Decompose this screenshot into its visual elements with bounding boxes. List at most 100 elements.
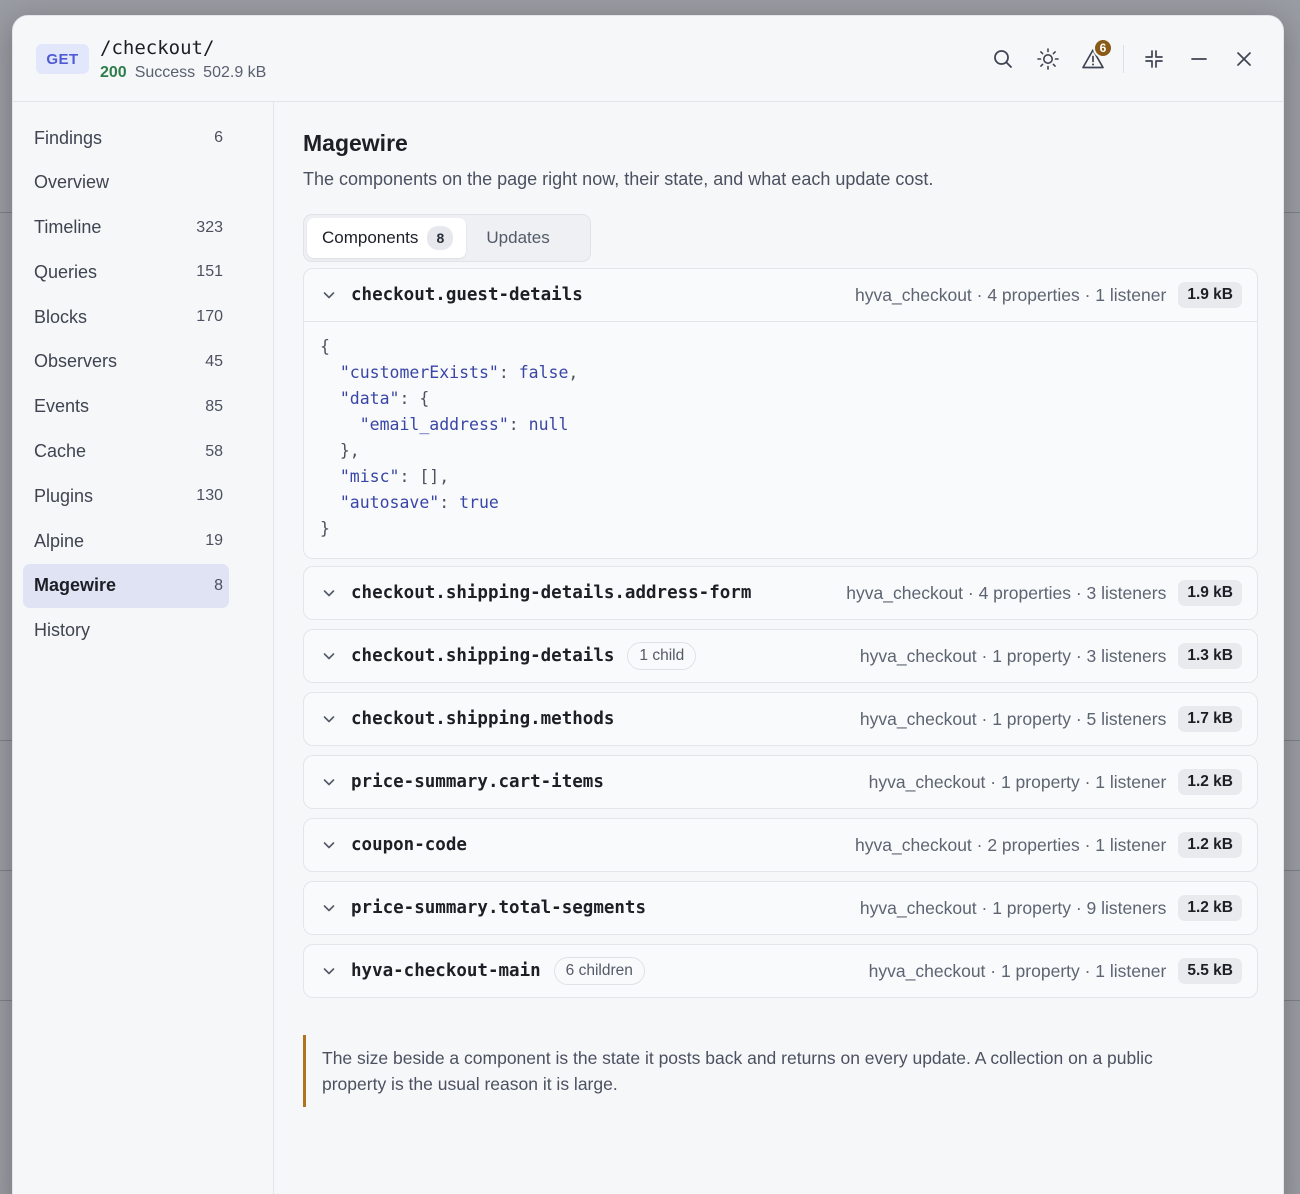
component-card: checkout.shipping-details.address-form hy… — [303, 566, 1258, 620]
warnings-button[interactable]: 6 — [1076, 38, 1113, 76]
children-badge: 1 child — [627, 642, 697, 670]
children-badge: 6 children — [553, 957, 645, 985]
sidebar-item-findings[interactable]: Findings 6 — [23, 116, 229, 160]
chevron-down-icon — [323, 842, 335, 849]
collapse-button[interactable] — [1137, 42, 1171, 76]
search-button[interactable] — [986, 42, 1020, 76]
sidebar-item-history[interactable]: History — [23, 609, 229, 653]
sidebar-item-alpine[interactable]: Alpine 19 — [23, 519, 229, 563]
sidebar-item-count: 8 — [214, 576, 223, 594]
close-icon — [1237, 52, 1251, 66]
json-token: [] — [419, 467, 440, 486]
json-token: { — [320, 337, 330, 356]
component-name: checkout.shipping-details — [351, 646, 615, 666]
component-toggle[interactable]: price-summary.cart-items hyva_checkout · … — [304, 756, 1257, 808]
component-card: price-summary.total-segments hyva_checkou… — [303, 881, 1258, 935]
sidebar-item-count: 151 — [196, 263, 223, 281]
sidebar-item-label: Queries — [34, 261, 98, 282]
sidebar-item-events[interactable]: Events 85 — [23, 385, 229, 429]
sidebar-item-magewire[interactable]: Magewire 8 — [23, 563, 229, 608]
chevron-down-icon — [323, 779, 335, 786]
minimize-button[interactable] — [1182, 42, 1216, 76]
sidebar: Findings 6 Overview Timeline 323 Queries 151 Bl… — [13, 102, 274, 1194]
tab-updates[interactable]: Updates — [470, 218, 564, 258]
response-size: 502.9 kB — [203, 64, 267, 81]
json-token: true — [459, 493, 499, 512]
component-size-badge: 1.3 kB — [1178, 643, 1242, 669]
request-path: /checkout/ — [100, 37, 215, 59]
component-card: price-summary.cart-items hyva_checkout · … — [303, 755, 1258, 809]
component-toggle[interactable]: checkout.shipping.methods hyva_checkout ·… — [304, 693, 1257, 745]
sidebar-item-label: Observers — [34, 351, 118, 372]
component-name: checkout.guest-details — [351, 285, 583, 305]
component-toggle[interactable]: checkout.shipping-details 1 child hyva_che… — [304, 630, 1257, 682]
sidebar-item-count: 85 — [205, 397, 223, 415]
page-title: Magewire — [303, 130, 408, 156]
tab-components[interactable]: Components 8 — [307, 218, 467, 258]
sidebar-item-blocks[interactable]: Blocks 170 — [23, 295, 229, 339]
sidebar-item-label: Blocks — [34, 306, 88, 327]
component-meta: hyva_checkout · 4 properties · 1 listene… — [855, 284, 1167, 305]
component-name: checkout.shipping.methods — [351, 709, 615, 729]
sidebar-item-count: 6 — [214, 129, 223, 146]
chevron-down-icon-wrap — [321, 648, 337, 664]
component-meta: hyva_checkout · 4 properties · 3 listene… — [846, 582, 1167, 603]
request-header: GET /checkout/ 200 Success 502.9 kB 6 — [13, 16, 1283, 102]
component-card: coupon-code hyva_checkout · 2 properties … — [303, 818, 1258, 872]
json-token: "customerExists" — [339, 363, 499, 382]
json-token: "email_address" — [359, 415, 509, 434]
component-card: checkout.shipping.methods hyva_checkout ·… — [303, 692, 1258, 746]
view-tabs: Components 8 Updates — [303, 214, 591, 262]
chevron-down-icon — [323, 716, 335, 723]
component-size-badge: 1.2 kB — [1178, 769, 1242, 795]
sidebar-item-queries[interactable]: Queries 151 — [23, 250, 229, 294]
sidebar-item-plugins[interactable]: Plugins 130 — [23, 474, 229, 518]
component-name: checkout.shipping-details.address-form — [351, 583, 752, 603]
profiler-panel: GET /checkout/ 200 Success 502.9 kB 6 Fi… — [12, 15, 1284, 1194]
close-button[interactable] — [1227, 42, 1261, 76]
sidebar-item-label: Plugins — [34, 485, 94, 506]
sidebar-item-timeline[interactable]: Timeline 323 — [23, 206, 229, 250]
component-card: checkout.guest-details hyva_checkout · 4 … — [303, 268, 1258, 559]
component-toggle[interactable]: price-summary.total-segments hyva_checkou… — [304, 882, 1257, 934]
chevron-down-icon — [323, 968, 335, 975]
page-subtitle: The components on the page right now, th… — [303, 169, 934, 189]
component-meta: hyva_checkout · 1 property · 3 listeners — [859, 645, 1167, 666]
chevron-down-icon-wrap — [321, 774, 337, 790]
component-toggle[interactable]: checkout.guest-details hyva_checkout · 4 … — [304, 269, 1257, 321]
sidebar-item-label: Timeline — [34, 217, 102, 238]
sidebar-item-label: Overview — [34, 172, 110, 193]
chevron-down-icon-wrap — [321, 711, 337, 727]
search-icon — [994, 50, 1012, 68]
theme-toggle-button[interactable] — [1031, 42, 1065, 76]
component-toggle[interactable]: hyva-checkout-main 6 children hyva_checkou… — [304, 945, 1257, 997]
json-token: "misc" — [339, 467, 400, 486]
sidebar-item-label: Cache — [34, 441, 87, 462]
json-token: }, — [339, 441, 360, 460]
sidebar-item-observers[interactable]: Observers 45 — [23, 340, 229, 384]
json-token: false — [518, 363, 569, 382]
chevron-down-icon — [323, 590, 335, 597]
component-size-badge: 1.9 kB — [1178, 580, 1242, 606]
json-token: null — [528, 415, 569, 434]
status-text: Success — [134, 64, 196, 81]
chevron-down-icon-wrap — [321, 837, 337, 853]
sidebar-item-label: Findings — [34, 127, 103, 148]
tab-components-count: 8 — [427, 226, 454, 250]
component-size-badge: 1.2 kB — [1178, 895, 1242, 921]
component-toggle[interactable]: checkout.shipping-details.address-form hy… — [304, 567, 1257, 619]
component-state-json: { "customerExists": false, "data": { "em… — [304, 321, 1257, 558]
component-size-badge: 1.7 kB — [1178, 706, 1242, 732]
request-status: 200 Success 502.9 kB — [100, 64, 266, 82]
component-meta: hyva_checkout · 1 property · 1 listener — [868, 960, 1167, 981]
component-name: price-summary.total-segments — [351, 898, 647, 918]
component-meta: hyva_checkout · 2 properties · 1 listene… — [855, 834, 1167, 855]
component-size-badge: 1.9 kB — [1178, 282, 1242, 308]
tab-updates-label: Updates — [486, 228, 550, 247]
sidebar-item-cache[interactable]: Cache 58 — [23, 430, 229, 474]
component-meta: hyva_checkout · 1 property · 9 listeners — [859, 897, 1167, 918]
component-toggle[interactable]: coupon-code hyva_checkout · 2 properties … — [304, 819, 1257, 871]
sidebar-item-count: 45 — [205, 352, 223, 370]
sidebar-item-overview[interactable]: Overview — [23, 161, 229, 205]
chevron-down-icon — [323, 653, 335, 660]
